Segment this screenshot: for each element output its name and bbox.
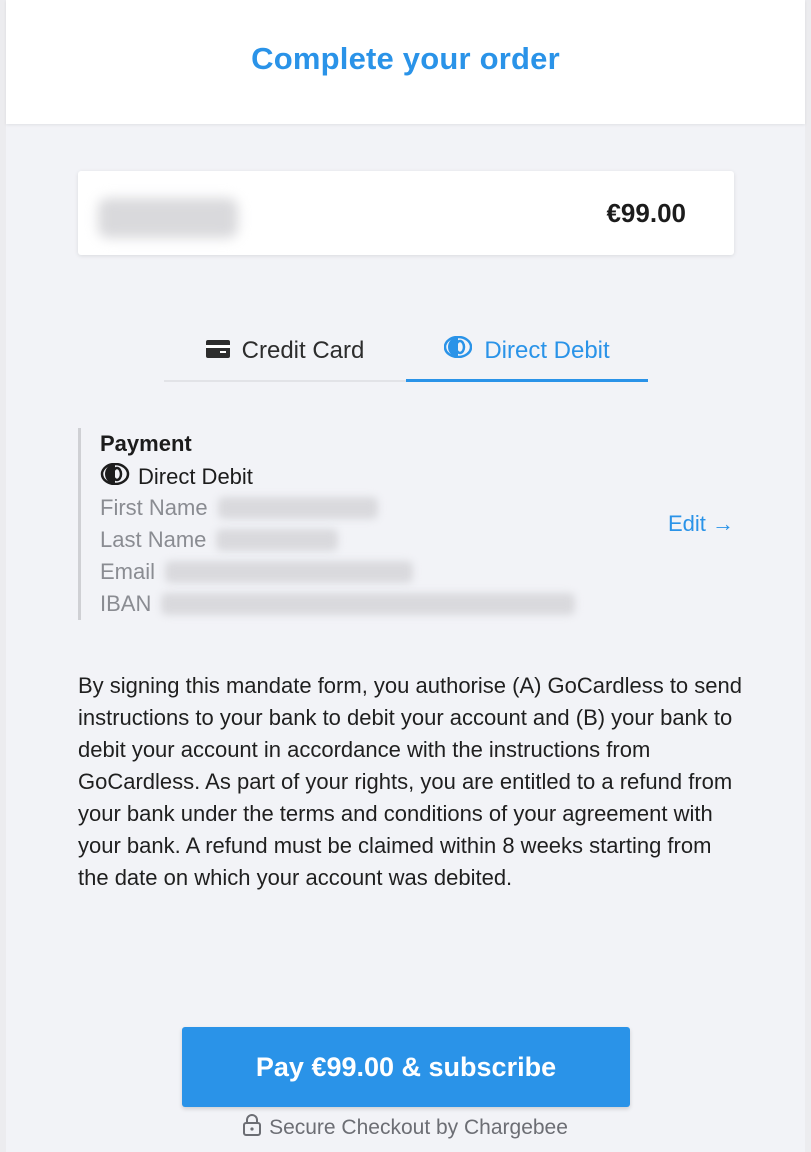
first-name-label: First Name <box>100 495 208 520</box>
iban-label: IBAN <box>100 591 152 616</box>
redacted-first-name <box>217 497 378 519</box>
payment-method-label: Direct Debit <box>138 464 253 489</box>
secure-checkout-text: Secure Checkout by Chargebee <box>269 1116 568 1139</box>
tab-credit-card-label: Credit Card <box>241 337 365 364</box>
payment-title: Payment <box>100 431 192 456</box>
redacted-email <box>165 561 414 583</box>
last-name-field: Last Name <box>100 527 339 553</box>
checkout-header: Complete your order <box>6 0 805 124</box>
email-field: Email <box>100 559 414 585</box>
page-title: Complete your order <box>251 41 560 76</box>
lock-icon <box>243 1114 269 1142</box>
tab-credit-card[interactable]: Credit Card <box>164 322 406 380</box>
tab-direct-debit-label: Direct Debit <box>484 336 610 364</box>
redacted-plan-name <box>98 198 238 238</box>
redacted-last-name <box>216 529 339 551</box>
iban-field: IBAN <box>100 591 576 617</box>
checkout-panel: Complete your order €99.00 Credit Card D… <box>6 0 805 1152</box>
redacted-iban <box>161 593 576 615</box>
payment-method: Direct Debit <box>100 462 253 491</box>
edit-payment-link[interactable]: Edit → <box>668 511 734 537</box>
direct-debit-icon <box>444 335 484 365</box>
email-label: Email <box>100 559 156 584</box>
last-name-label: Last Name <box>100 527 207 552</box>
pay-subscribe-button[interactable]: Pay €99.00 & subscribe <box>182 1027 630 1107</box>
credit-card-icon <box>205 337 242 365</box>
secure-checkout-note: Secure Checkout by Chargebee <box>6 1114 805 1142</box>
first-name-field: First Name <box>100 495 378 521</box>
order-price: €99.00 <box>606 198 686 228</box>
payment-method-tabs: Credit Card Direct Debit <box>164 322 648 382</box>
payment-details: Payment Direct Debit First Name Last Nam… <box>78 428 734 620</box>
order-summary: €99.00 <box>78 171 734 255</box>
tab-direct-debit[interactable]: Direct Debit <box>406 322 648 382</box>
mandate-text: By signing this mandate form, you author… <box>78 673 742 890</box>
details-divider <box>78 428 81 620</box>
direct-debit-icon <box>100 462 138 491</box>
